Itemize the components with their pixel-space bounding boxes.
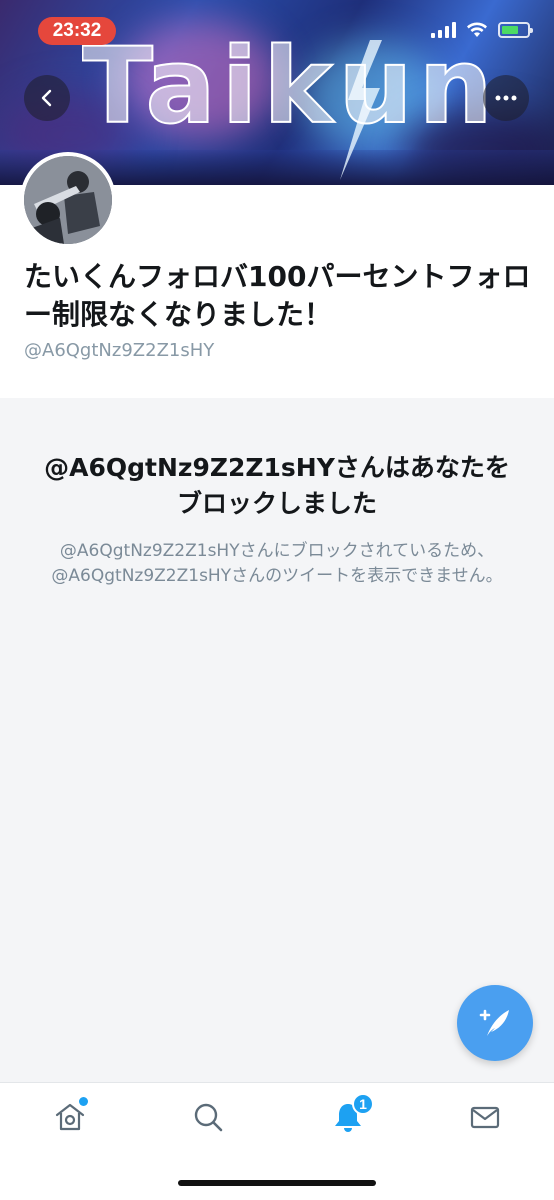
compose-tweet-icon: [479, 1009, 509, 1036]
profile-handle: @A6QgtNz9Z2Z1sHY: [24, 340, 215, 361]
more-options-button[interactable]: [483, 75, 529, 121]
status-time: 23:32: [38, 17, 116, 45]
tab-search[interactable]: [188, 1097, 228, 1137]
compose-tweet-button[interactable]: [457, 985, 533, 1061]
avatar-image: [24, 156, 112, 244]
back-button[interactable]: [24, 75, 70, 121]
notification-badge: 1: [352, 1093, 374, 1115]
tab-home[interactable]: [50, 1097, 90, 1137]
avatar[interactable]: [20, 152, 116, 248]
home-indicator: [178, 1180, 376, 1186]
mail-icon: [470, 1106, 500, 1129]
tab-messages[interactable]: [465, 1097, 505, 1137]
search-icon: [194, 1103, 223, 1132]
tab-notifications[interactable]: 1: [328, 1093, 374, 1137]
wifi-icon: [467, 22, 487, 37]
blocked-notice-panel: @A6QgtNz9Z2Z1sHYさんはあなたをブロックしました @A6QgtNz…: [0, 398, 554, 1082]
banner-logo-text: Taikun: [82, 34, 499, 138]
cellular-signal-icon: [431, 22, 456, 38]
blocked-title: @A6QgtNz9Z2Z1sHYさんはあなたをブロックしました: [44, 453, 510, 518]
chevron-left-icon: [41, 89, 52, 107]
blocked-description: @A6QgtNz9Z2Z1sHYさんにブロックされているため、@A6QgtNz9…: [51, 541, 503, 586]
battery-icon: [498, 22, 533, 38]
profile-display-name: たいくんフォロバ100パーセントフォロー制限なくなりました！: [24, 260, 531, 331]
more-horizontal-icon: [495, 95, 517, 101]
new-tweets-dot: [79, 1097, 88, 1106]
status-icons: [431, 22, 533, 38]
